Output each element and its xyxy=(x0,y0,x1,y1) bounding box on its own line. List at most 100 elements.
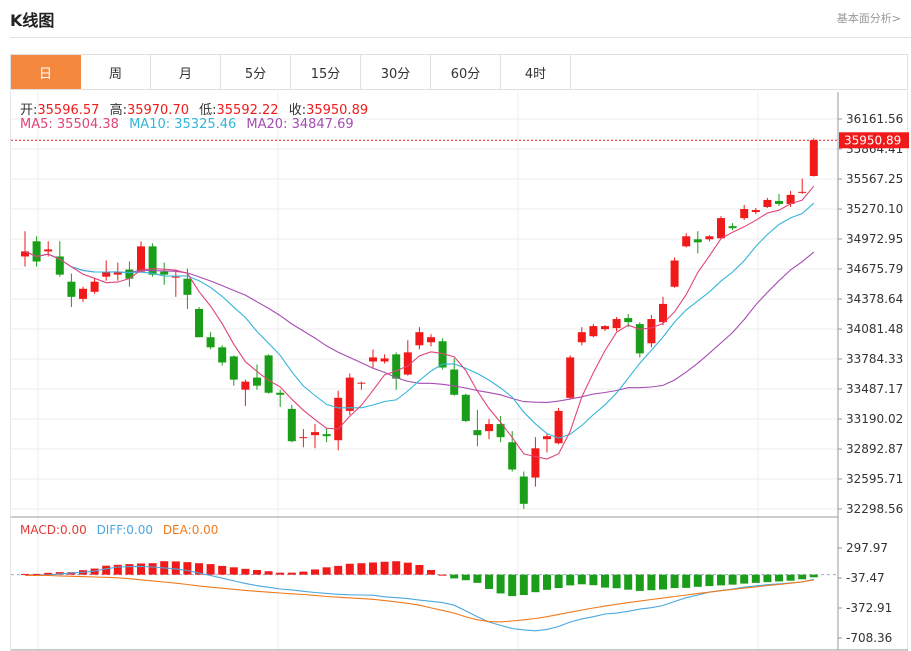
macd-histogram-bar xyxy=(137,563,145,575)
candle xyxy=(229,355,238,386)
macd-histogram-bar xyxy=(566,574,575,586)
macd-histogram-bar xyxy=(589,574,598,586)
high-label: 高: xyxy=(109,103,127,118)
macd-histogram-bar xyxy=(369,562,377,575)
candle xyxy=(32,236,41,267)
price-tick-label: 34378.64 xyxy=(846,292,903,306)
candle xyxy=(577,327,586,346)
dea-label: DEA: xyxy=(162,523,192,537)
macd-tick-label: -708.36 xyxy=(846,631,892,645)
ma5-value: 35504.38 xyxy=(56,117,119,132)
candle-body xyxy=(751,210,760,213)
candle-body xyxy=(357,382,366,384)
ma5-label: MA5: xyxy=(20,117,53,132)
macd-histogram-bar xyxy=(206,564,215,575)
macd-histogram-bar xyxy=(485,574,493,589)
candle xyxy=(299,429,308,448)
macd-histogram-bar xyxy=(334,565,343,575)
diff-label: DIFF: xyxy=(96,523,127,537)
macd-histogram-bar xyxy=(612,574,621,589)
candle-body xyxy=(682,236,691,247)
macd-histogram-bar xyxy=(601,574,609,588)
macd-histogram-bar xyxy=(229,567,238,575)
candle-body xyxy=(195,308,203,338)
candle-body xyxy=(624,318,633,323)
macd-histogram-bar xyxy=(299,571,308,575)
macd-histogram-bar xyxy=(322,567,331,575)
ma10-label: MA10: xyxy=(129,117,171,132)
candle-body xyxy=(589,326,598,337)
macd-histogram-bar xyxy=(693,574,702,587)
candle-body xyxy=(693,239,702,243)
candle-body xyxy=(798,191,807,193)
candle xyxy=(635,322,644,358)
candle-body xyxy=(543,436,551,440)
candle-body xyxy=(32,241,41,262)
candle xyxy=(461,393,470,423)
candle xyxy=(125,261,134,287)
macd-histogram-bar xyxy=(659,574,667,590)
price-tick-label: 35567.25 xyxy=(846,172,903,186)
candle-body xyxy=(508,442,517,470)
candle xyxy=(206,332,215,350)
macd-histogram-bar xyxy=(496,574,505,594)
candle-body xyxy=(322,434,331,437)
candle-body xyxy=(90,281,99,292)
candle xyxy=(241,379,250,406)
candle-body xyxy=(125,269,134,279)
candle xyxy=(728,223,737,231)
candle-body xyxy=(740,209,749,219)
candle xyxy=(763,197,772,209)
macd-histogram-bar xyxy=(380,561,389,575)
candle xyxy=(693,231,702,254)
price-tick-label: 35270.10 xyxy=(846,202,903,216)
candle-body xyxy=(566,357,575,398)
candle xyxy=(717,216,725,240)
candle-body xyxy=(612,319,621,329)
candle xyxy=(287,404,296,443)
candle-body xyxy=(241,381,250,390)
macd-histogram-bar xyxy=(438,574,447,576)
candle xyxy=(589,324,598,338)
macd-histogram-bar xyxy=(264,571,273,575)
candle-body xyxy=(763,199,772,207)
candle-body xyxy=(775,200,783,204)
candle-body xyxy=(287,408,296,442)
candle-body xyxy=(531,448,540,478)
candle-body xyxy=(264,355,273,393)
candle-body xyxy=(67,281,76,297)
price-tick-label: 32595.71 xyxy=(846,472,903,486)
candle xyxy=(798,178,807,194)
macd-histogram-bar xyxy=(740,574,749,584)
candle xyxy=(334,390,343,451)
macd-histogram-bar xyxy=(508,574,517,597)
candle-body xyxy=(809,140,818,177)
macd-histogram-bar xyxy=(705,574,714,587)
candle-body xyxy=(728,226,737,229)
macd-histogram-bar xyxy=(148,563,157,575)
candle-body xyxy=(577,332,586,343)
macd-histogram-bar xyxy=(531,574,540,593)
candle-body xyxy=(717,218,725,239)
macd-histogram-bar xyxy=(543,574,551,590)
macd-histogram-bar xyxy=(113,564,122,575)
macd-histogram-bar xyxy=(171,561,180,575)
macd-histogram-bar xyxy=(682,574,691,588)
macd-tick-label: 297.97 xyxy=(846,541,888,555)
high-value: 35970.70 xyxy=(126,103,189,118)
price-tick-label: 36161.56 xyxy=(846,112,903,126)
close-label: 收: xyxy=(288,103,307,118)
candle-body xyxy=(670,260,679,287)
price-tick-label: 33784.33 xyxy=(846,352,903,366)
macd-histogram-bar xyxy=(809,574,818,578)
macd-histogram-bar xyxy=(357,563,366,575)
candle-body xyxy=(519,476,528,504)
candle xyxy=(148,243,157,277)
candle xyxy=(345,373,354,415)
candle xyxy=(264,354,273,394)
ma5-line xyxy=(24,185,815,460)
candle xyxy=(740,204,749,221)
price-tick-label: 34675.79 xyxy=(846,262,903,276)
ohlc-readout: 开:35596.57 高:35970.70 低:35592.22 收:35950… xyxy=(20,99,374,118)
macd-histogram-bar xyxy=(276,572,285,575)
